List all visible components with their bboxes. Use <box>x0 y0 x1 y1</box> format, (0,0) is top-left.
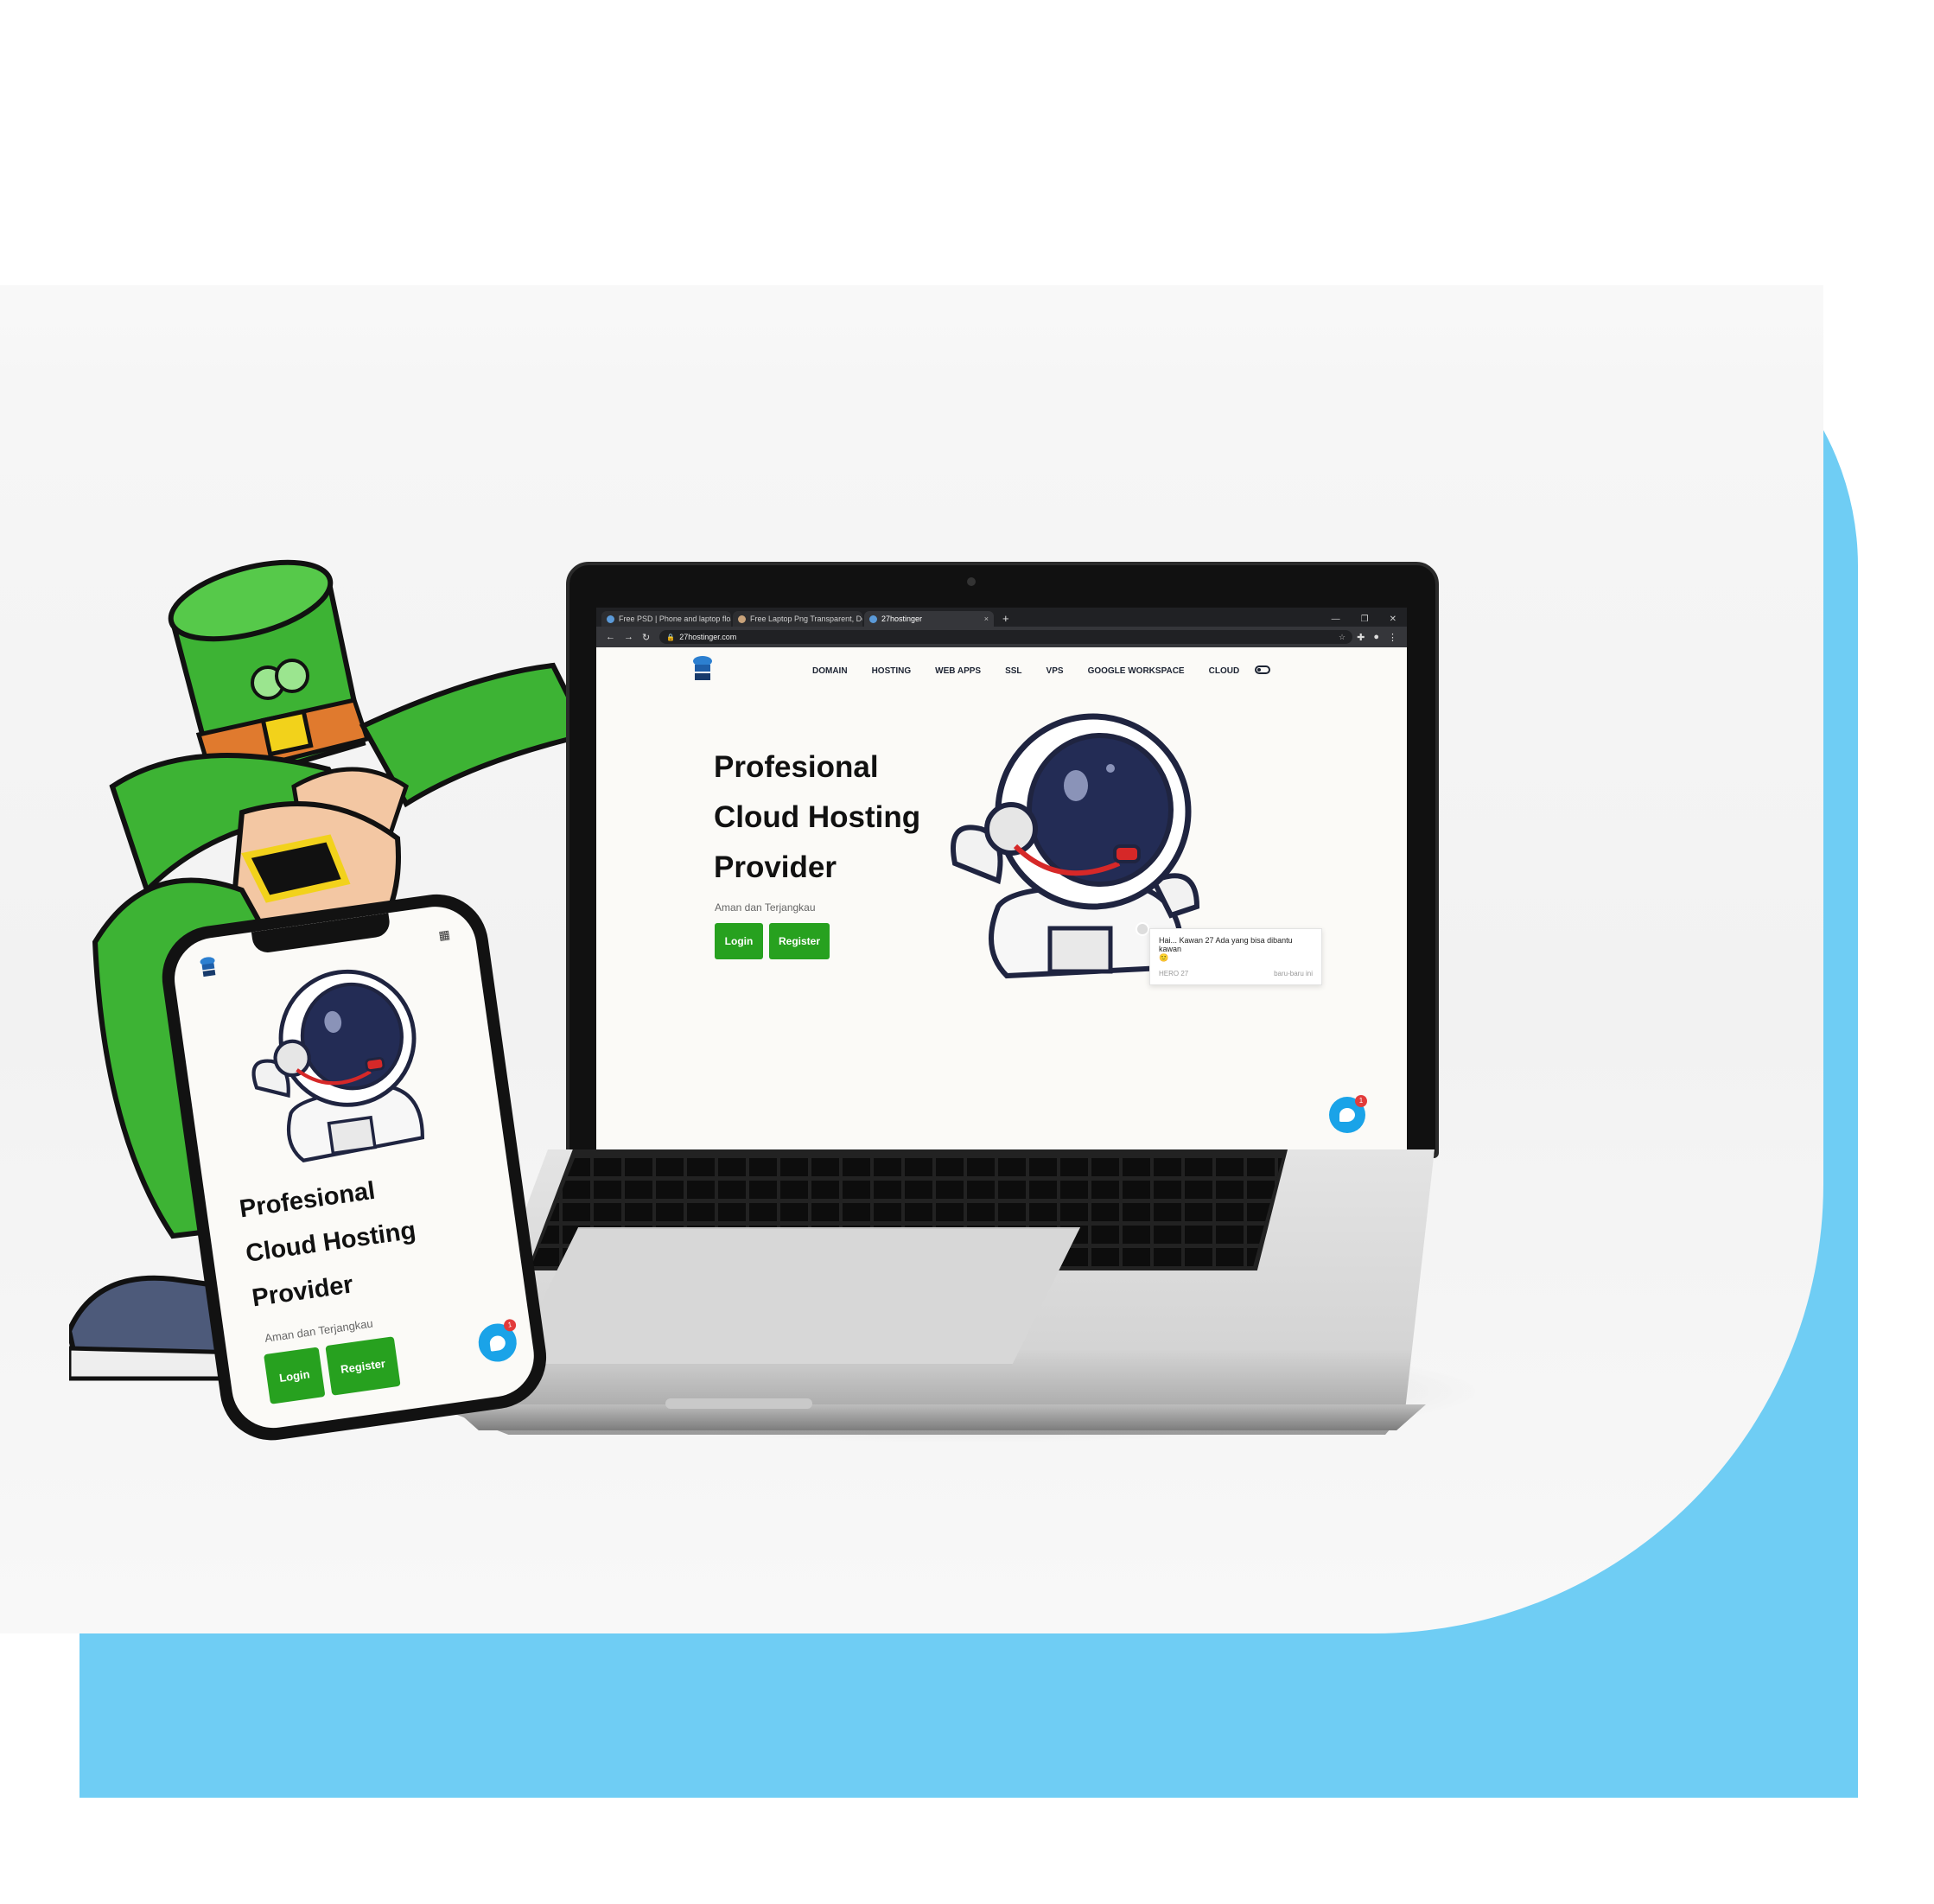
tab-title: Free Laptop Png Transparent, Do <box>750 615 862 623</box>
theme-toggle[interactable] <box>1255 665 1270 674</box>
chat-bubble-icon <box>1339 1108 1355 1122</box>
site-logo[interactable] <box>691 654 714 685</box>
laptop-trackpad <box>510 1227 1080 1366</box>
chat-time: baru-baru ini <box>1274 970 1313 977</box>
new-tab-button[interactable]: + <box>996 611 1016 627</box>
close-window-icon[interactable]: ✕ <box>1379 615 1407 624</box>
chat-launcher-button[interactable]: 1 <box>475 1318 519 1365</box>
extensions-icon[interactable]: ✚ <box>1352 632 1369 643</box>
chat-message: Hai... Kawan 27 Ada yang bisa dibantu ka… <box>1159 936 1293 953</box>
site-logo[interactable] <box>197 954 219 981</box>
minimize-icon[interactable]: — <box>1321 615 1351 624</box>
hero-title-line: Profesional <box>714 750 879 784</box>
nav-ssl[interactable]: SSL <box>1005 666 1021 676</box>
browser-tab-strip: Free PSD | Phone and laptop floa × Free … <box>596 608 1407 627</box>
browser-toolbar: ← → ↻ 🔒 27hostinger.com ☆ ✚ ● ⋮ <box>596 627 1407 647</box>
reload-icon[interactable]: ↻ <box>638 632 654 643</box>
laptop-screen: Free PSD | Phone and laptop floa × Free … <box>596 608 1407 1152</box>
chat-bubble-icon <box>488 1334 506 1352</box>
browser-tab-1[interactable]: Free PSD | Phone and laptop floa × <box>601 611 731 627</box>
astronaut-illustration <box>251 969 424 1162</box>
notification-badge: 1 <box>1355 1095 1367 1107</box>
chat-sender: HERO 27 <box>1159 970 1189 977</box>
page-icon <box>738 615 746 623</box>
profile-avatar[interactable]: ● <box>1369 632 1384 642</box>
nav-google-workspace[interactable]: GOOGLE WORKSPACE <box>1088 666 1185 676</box>
laptop-thumb-notch <box>665 1398 812 1409</box>
lock-icon: 🔒 <box>666 633 676 641</box>
nav-web-apps[interactable]: WEB APPS <box>935 666 981 676</box>
laptop-camera <box>967 577 976 586</box>
hero-title: Profesional Cloud Hosting Provider <box>237 1163 425 1321</box>
address-bar[interactable]: 🔒 27hostinger.com ☆ <box>659 630 1353 644</box>
register-button[interactable]: Register <box>769 923 830 959</box>
notification-badge: 1 <box>503 1318 517 1333</box>
bookmark-star-icon[interactable]: ☆ <box>1339 633 1346 642</box>
close-icon[interactable]: × <box>981 615 989 623</box>
nav-cloud[interactable]: CLOUD <box>1209 666 1240 676</box>
menu-icon[interactable]: ⋮ <box>1384 632 1402 643</box>
site-favicon <box>869 615 877 623</box>
nav-hosting[interactable]: HOSTING <box>872 666 912 676</box>
laptop-front-edge <box>449 1404 1426 1430</box>
site-navigation: DOMAIN HOSTING WEB APPS SSL VPS GOOGLE W… <box>812 666 1239 676</box>
website-viewport: DOMAIN HOSTING WEB APPS SSL VPS GOOGLE W… <box>596 647 1407 1152</box>
qr-menu-icon[interactable]: ▦ <box>437 927 450 944</box>
hero-title-line: Cloud Hosting <box>714 800 921 834</box>
nav-vps[interactable]: VPS <box>1047 666 1064 676</box>
hero-title-line: Provider <box>714 850 837 884</box>
top-white-area <box>0 0 1934 285</box>
hero-subtitle: Aman dan Terjangkau <box>715 901 816 914</box>
back-icon[interactable]: ← <box>601 632 620 642</box>
address-text: 27hostinger.com <box>679 633 737 641</box>
login-button[interactable]: Login <box>715 923 763 959</box>
register-button[interactable]: Register <box>325 1336 401 1396</box>
globe-icon <box>607 615 614 623</box>
chat-popup[interactable]: Hai... Kawan 27 Ada yang bisa dibantu ka… <box>1149 928 1322 985</box>
browser-tab-2[interactable]: Free Laptop Png Transparent, Do × <box>733 611 862 627</box>
chat-launcher-button[interactable]: 1 <box>1329 1095 1367 1133</box>
window-controls: — ❐ ✕ <box>1321 611 1407 627</box>
browser-tab-3-active[interactable]: 27hostinger × <box>864 611 994 627</box>
tab-title: 27hostinger <box>881 615 923 623</box>
chat-emoji: 🙂 <box>1159 953 1169 962</box>
forward-icon[interactable]: → <box>620 632 638 642</box>
hero-title: Profesional Cloud Hosting Provider <box>714 742 938 893</box>
tab-title: Free PSD | Phone and laptop floa <box>619 615 731 623</box>
nav-domain[interactable]: DOMAIN <box>812 666 848 676</box>
login-button[interactable]: Login <box>264 1347 326 1404</box>
chat-agent-avatar <box>1136 922 1149 936</box>
restore-icon[interactable]: ❐ <box>1351 615 1379 624</box>
